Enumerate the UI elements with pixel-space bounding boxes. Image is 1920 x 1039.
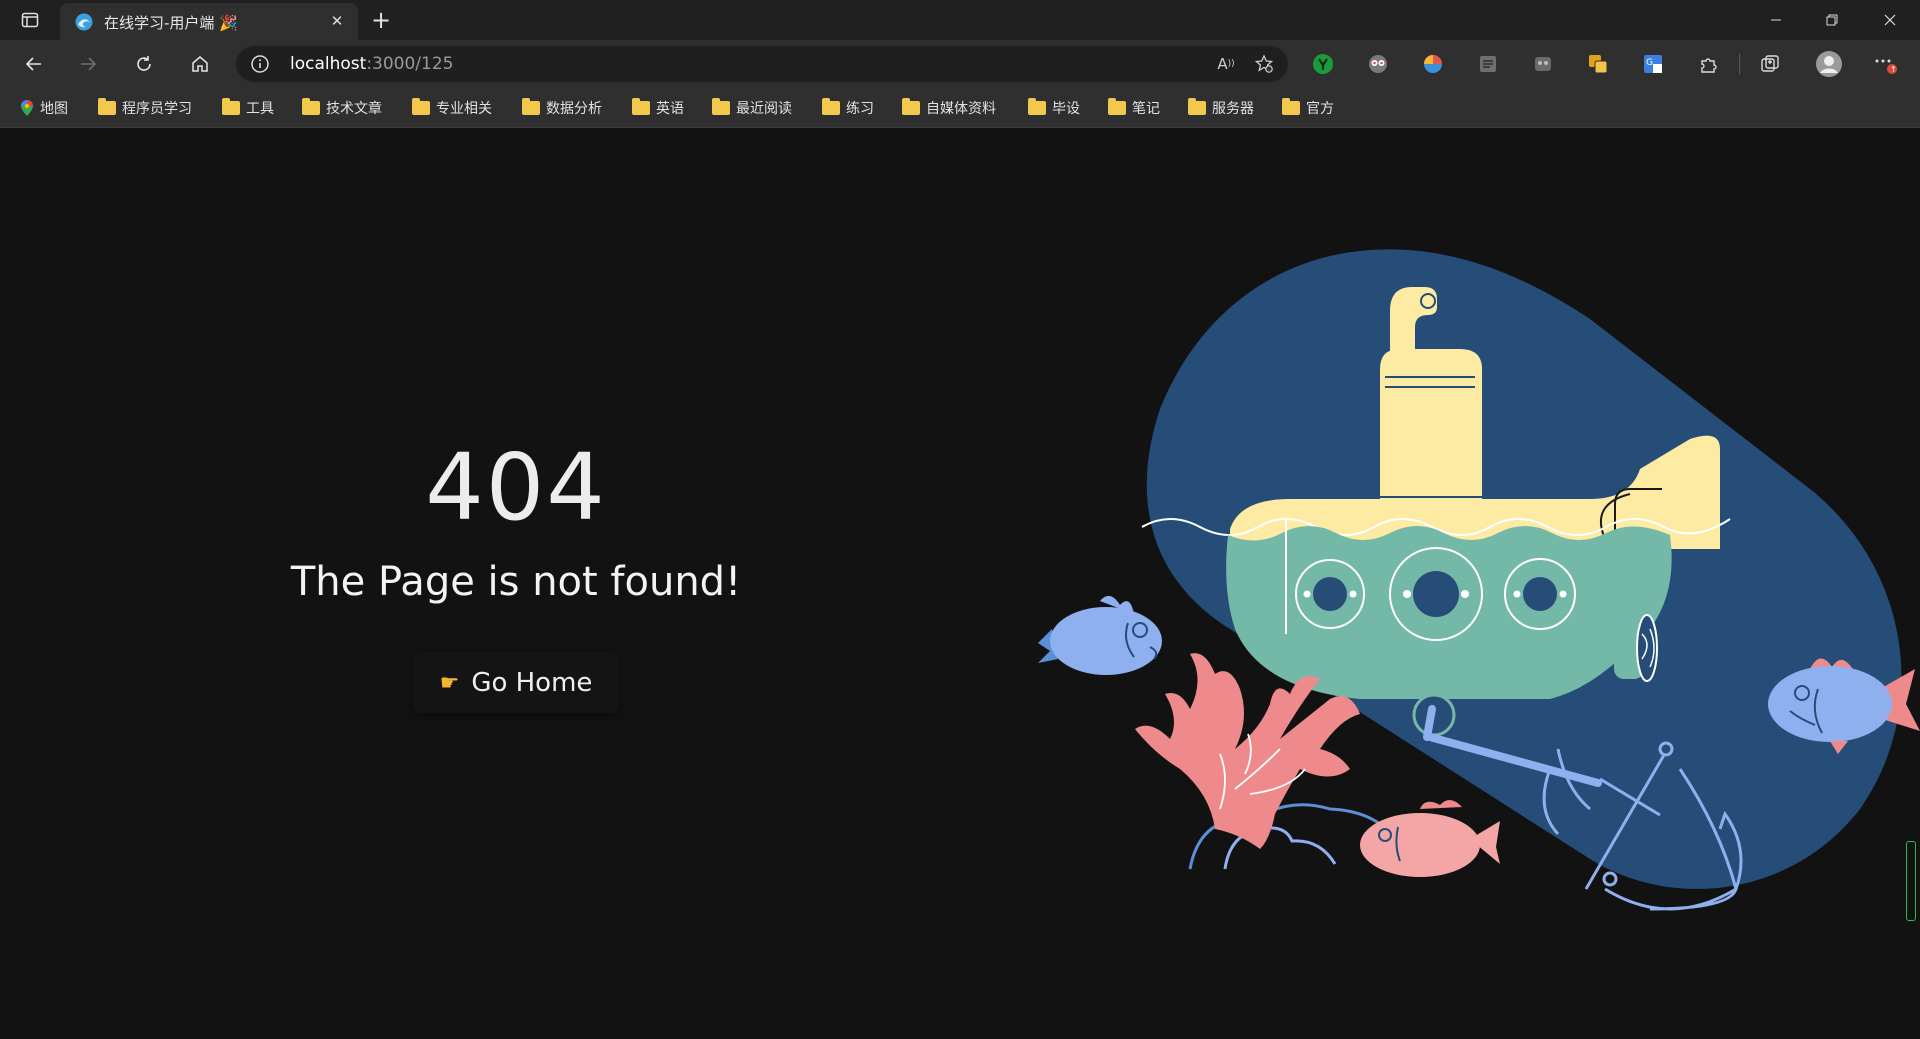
error-message: The Page is not found! [290,559,742,605]
settings-more-icon[interactable]: ↑ [1872,51,1898,77]
address-bar[interactable]: localhost:3000/125 A)) [236,46,1288,82]
home-icon [192,56,208,72]
bookmark-folder[interactable]: 数据分析 [522,96,602,120]
bookmark-label: 程序员学习 [122,101,192,117]
bookmarks-bar: 地图 程序员学习 工具 技术文章 专业相关 数据分析 英语 最近阅读 练习 自媒… [0,88,1920,128]
svg-text:G: G [1646,58,1653,68]
url-text[interactable]: localhost:3000/125 [290,54,453,74]
folder-icon [712,98,730,115]
bookmark-label: 专业相关 [436,101,492,117]
svg-text:↑: ↑ [1890,65,1897,74]
read-aloud-icon[interactable]: A)) [1214,53,1238,75]
translate-extension-icon[interactable]: G [1640,51,1666,77]
toolbar-separator [1739,54,1740,74]
green-extension-icon[interactable] [1310,51,1336,77]
bookmark-label: 毕设 [1052,101,1080,117]
reader-extension-icon[interactable] [1475,51,1501,77]
profile-avatar-icon[interactable] [1814,49,1844,79]
new-tab-button[interactable]: + [366,6,396,34]
bookmark-maps[interactable]: 地图 [20,96,68,120]
edge-favicon-icon [75,13,93,31]
folder-icon [1108,98,1126,115]
close-window-button[interactable] [1862,0,1918,40]
tab-active[interactable]: 在线学习-用户端 🎉 ✕ [60,3,358,40]
close-icon [1884,14,1896,26]
back-arrow-icon [25,57,41,71]
bookmark-folder[interactable]: 官方 [1282,96,1334,120]
minimize-button[interactable] [1748,0,1804,40]
pointing-hand-icon: ☛ [439,670,460,696]
forward-button[interactable] [70,48,106,80]
bookmark-label: 自媒体资料 [926,101,996,117]
url-host: localhost [290,54,367,74]
bookmark-folder[interactable]: 毕设 [1028,96,1080,120]
bookmark-folder[interactable]: 笔记 [1108,96,1160,120]
tab-strip: 在线学习-用户端 🎉 ✕ + [0,0,1920,40]
minimize-icon [1771,19,1781,21]
bookmark-folder[interactable]: 技术文章 [302,96,382,120]
submarine-illustration [1038,249,1920,911]
bookmark-folder[interactable]: 自媒体资料 [902,96,996,120]
bookmark-folder[interactable]: 最近阅读 [712,96,792,120]
restore-icon [1826,14,1838,26]
bookmark-label: 技术文章 [326,101,382,117]
tab-actions-icon [21,12,39,28]
gray-extension-icon[interactable] [1530,51,1556,77]
scroll-indicator[interactable] [1906,841,1916,921]
bookmark-label: 笔记 [1132,101,1160,117]
folder-icon [902,98,920,115]
folder-icon [1282,98,1300,115]
folder-icon [302,98,320,115]
bookmark-label: 工具 [246,101,274,117]
bookmark-folder[interactable]: 专业相关 [412,96,492,120]
maps-pin-icon [21,100,33,116]
bookmark-label: 地图 [40,101,68,117]
extensions-puzzle-icon[interactable] [1695,51,1721,77]
site-info-icon[interactable] [250,54,270,74]
bookmark-folder[interactable]: 服务器 [1188,96,1254,120]
go-home-label: Go Home [471,668,593,698]
folder-icon [222,98,240,115]
bookmark-label: 英语 [656,101,684,117]
folder-icon [522,98,540,115]
folder-icon [98,98,116,115]
bookmark-folder[interactable]: 英语 [632,96,684,120]
bookmark-label: 最近阅读 [736,101,792,117]
tab-actions-button[interactable] [14,8,46,32]
bookmark-label: 服务器 [1212,101,1254,117]
pink-fish-bottom [1360,799,1500,877]
folder-icon [1028,98,1046,115]
add-favorite-icon[interactable] [1252,53,1276,75]
back-button[interactable] [16,48,52,80]
page-content: 404 The Page is not found! ☛ Go Home [0,129,1920,1030]
navigation-toolbar: localhost:3000/125 A)) G ↑ [0,40,1920,88]
tab-title: 在线学习-用户端 🎉 [104,14,238,32]
collections-icon[interactable] [1757,51,1783,77]
colorful-extension-icon[interactable] [1420,51,1446,77]
url-path: :3000/125 [366,54,454,74]
bookmark-label: 数据分析 [546,101,602,117]
refresh-icon [137,56,151,71]
owl-extension-icon[interactable] [1365,51,1391,77]
bookmark-label: 练习 [846,101,874,117]
bookmark-label: 官方 [1306,101,1334,117]
refresh-button[interactable] [126,48,162,80]
folder-icon [412,98,430,115]
blue-fish-left [1038,595,1162,675]
folder-icon [632,98,650,115]
collections-extension-icon[interactable] [1585,51,1611,77]
go-home-button[interactable]: ☛ Go Home [414,653,618,713]
folder-icon [1188,98,1206,115]
bookmark-folder[interactable]: 工具 [222,96,274,120]
restore-button[interactable] [1804,0,1860,40]
tower [1380,349,1482,499]
error-code: 404 [425,434,607,541]
forward-arrow-icon [81,57,97,71]
folder-icon [822,98,840,115]
bookmark-folder[interactable]: 练习 [822,96,874,120]
home-button[interactable] [182,48,218,80]
browser-window: 在线学习-用户端 🎉 ✕ + localhost:3000/125 A)) G… [0,0,1920,1030]
tab-close-icon[interactable]: ✕ [326,10,348,32]
bookmark-folder[interactable]: 程序员学习 [98,96,192,120]
